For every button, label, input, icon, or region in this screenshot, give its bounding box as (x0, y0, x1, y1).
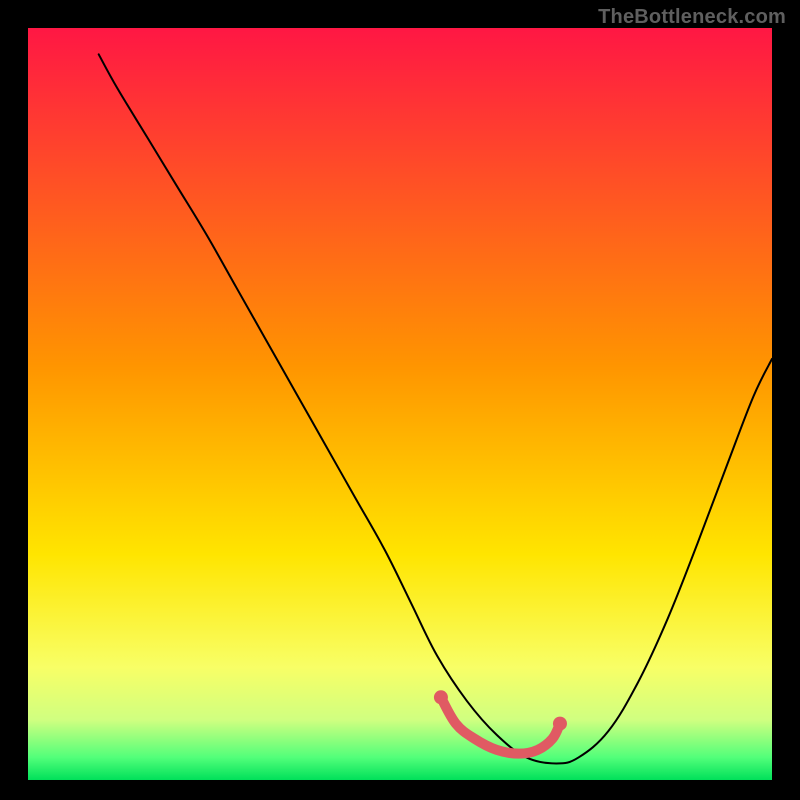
sweet-spot-marker-endpoint (434, 690, 448, 704)
chart-container: TheBottleneck.com (0, 0, 800, 800)
sweet-spot-marker-endpoint (553, 717, 567, 731)
plot-background (28, 28, 772, 780)
bottleneck-chart (0, 0, 800, 800)
watermark-label: TheBottleneck.com (598, 6, 786, 29)
